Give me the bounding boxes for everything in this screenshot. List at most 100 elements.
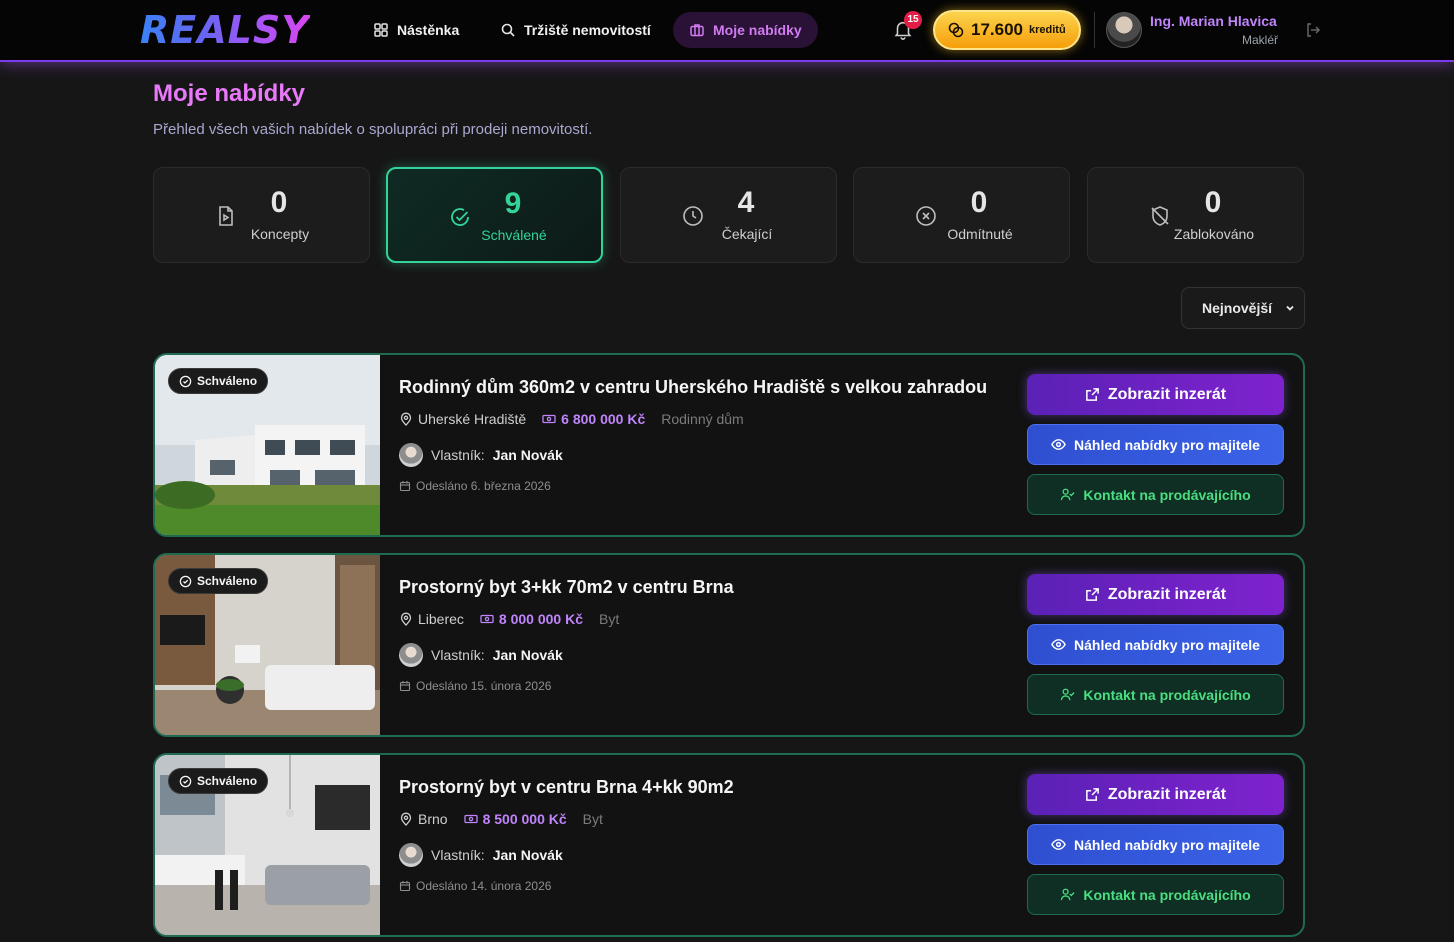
eye-icon	[1051, 439, 1066, 450]
offer-price-text: 6 800 000 Kč	[561, 411, 646, 427]
clock-icon	[683, 206, 703, 226]
banknote-icon	[463, 814, 478, 824]
offer-price: 6 800 000 Kč	[542, 411, 645, 427]
map-pin-icon	[400, 812, 412, 826]
user-role: Makléř	[1241, 33, 1278, 47]
user-check-icon	[1061, 488, 1075, 501]
stat-label: Koncepty	[250, 226, 310, 242]
status-badge-label: Schváleno	[197, 374, 258, 388]
stat-value: 0	[1204, 186, 1222, 219]
offer-owner: Vlastník: Jan Novák	[399, 843, 563, 867]
page-subtitle: Přehled všech vašich nabídek o spoluprác…	[153, 121, 593, 138]
stat-card-drafts[interactable]: 0 Koncepty	[153, 167, 370, 263]
owner-preview-button[interactable]: Náhled nabídky pro majitele	[1027, 624, 1284, 665]
top-navigation-bar: REALSY Nástěnka Tržiště nemovitostí Moje…	[0, 0, 1454, 62]
external-link-icon	[1086, 588, 1099, 601]
offer-card: Schváleno Prostorný byt 3+kk 70m2 v cent…	[153, 553, 1305, 737]
map-pin-icon	[400, 612, 412, 626]
button-label: Náhled nabídky pro majitele	[1074, 636, 1260, 653]
logout-icon[interactable]	[1305, 22, 1321, 38]
stat-value: 0	[270, 186, 288, 219]
credits-amount: 17.600	[971, 20, 1023, 39]
owner-preview-button[interactable]: Náhled nabídky pro majitele	[1027, 424, 1284, 465]
offer-sent-date: Odesláno 6. března 2026	[399, 479, 551, 493]
owner-avatar	[399, 643, 423, 667]
offer-meta: Liberec 8 000 000 Kč Byt	[399, 611, 619, 627]
offer-sent-date: Odesláno 15. února 2026	[399, 679, 551, 693]
page-title: Moje nabídky	[153, 80, 306, 107]
stat-label: Odmítnuté	[947, 226, 1013, 242]
button-label: Náhled nabídky pro majitele	[1074, 436, 1260, 453]
calendar-icon	[399, 681, 411, 692]
offer-owner: Vlastník: Jan Novák	[399, 643, 563, 667]
offer-title[interactable]: Prostorný byt v centru Brna 4+kk 90m2	[399, 777, 734, 798]
button-label: Kontakt na prodávajícího	[1083, 686, 1251, 703]
user-avatar[interactable]	[1106, 12, 1142, 48]
property-photo[interactable]: Schváleno	[155, 355, 380, 535]
grid-icon	[374, 23, 388, 37]
offer-price-text: 8 500 000 Kč	[482, 811, 567, 827]
stat-value: 4	[737, 186, 755, 219]
offer-sent-text: Odesláno 6. března 2026	[416, 479, 551, 493]
user-name[interactable]: Ing. Marian Hlavica	[1150, 13, 1277, 29]
offer-meta: Uherské Hradiště 6 800 000 Kč Rodinný dů…	[399, 411, 744, 427]
view-listing-button[interactable]: Zobrazit inzerát	[1027, 374, 1284, 415]
stat-card-rejected[interactable]: 0 Odmítnuté	[853, 167, 1070, 263]
stat-card-pending[interactable]: 4 Čekající	[620, 167, 837, 263]
offer-sent-date: Odesláno 14. února 2026	[399, 879, 551, 893]
shield-off-icon	[1151, 206, 1169, 226]
user-check-icon	[1061, 888, 1075, 901]
stat-value: 0	[970, 186, 988, 219]
property-photo[interactable]: Schváleno	[155, 555, 380, 735]
owner-avatar	[399, 443, 423, 467]
divider	[1094, 12, 1095, 48]
contact-seller-button[interactable]: Kontakt na prodávajícího	[1027, 474, 1284, 515]
nav-item-dashboard[interactable]: Nástěnka	[357, 12, 475, 48]
credits-button[interactable]: 17.600 kreditů	[933, 10, 1081, 50]
calendar-icon	[399, 481, 411, 492]
stat-card-blocked[interactable]: 0 Zablokováno	[1087, 167, 1304, 263]
banknote-icon	[542, 414, 556, 424]
banknote-icon	[480, 614, 494, 624]
nav-item-marketplace[interactable]: Tržiště nemovitostí	[484, 12, 667, 48]
contact-seller-button[interactable]: Kontakt na prodávajícího	[1027, 674, 1284, 715]
credits-unit: kreditů	[1029, 24, 1066, 36]
offer-meta: Brno 8 500 000 Kč Byt	[399, 811, 603, 827]
button-label: Kontakt na prodávajícího	[1083, 486, 1251, 503]
external-link-icon	[1086, 788, 1099, 801]
button-label: Zobrazit inzerát	[1107, 585, 1227, 603]
offer-property-type: Rodinný dům	[661, 411, 744, 427]
status-badge: Schváleno	[168, 568, 269, 594]
view-listing-button[interactable]: Zobrazit inzerát	[1027, 774, 1284, 815]
button-label: Kontakt na prodávajícího	[1083, 886, 1251, 903]
offer-card: Schváleno Rodinný dům 360m2 v centru Uhe…	[153, 353, 1305, 537]
owner-name: Jan Novák	[492, 647, 563, 663]
offer-title[interactable]: Rodinný dům 360m2 v centru Uherského Hra…	[399, 377, 987, 398]
offer-title[interactable]: Prostorný byt 3+kk 70m2 v centru Brna	[399, 577, 734, 598]
nav-item-my-offers[interactable]: Moje nabídky	[673, 12, 818, 48]
offer-price-text: 8 000 000 Kč	[498, 611, 583, 627]
owner-label: Vlastník:	[431, 847, 485, 863]
owner-name: Jan Novák	[492, 847, 563, 863]
owner-preview-button[interactable]: Náhled nabídky pro majitele	[1027, 824, 1284, 865]
button-label: Zobrazit inzerát	[1107, 385, 1227, 403]
stat-label: Schválené	[481, 227, 547, 243]
briefcase-icon	[690, 24, 704, 37]
eye-icon	[1051, 839, 1066, 850]
stat-card-approved[interactable]: 9 Schválené	[386, 167, 603, 263]
nav-item-label: Nástěnka	[397, 22, 460, 38]
file-play-icon	[219, 206, 233, 226]
sort-select[interactable]: Nejnovější	[1181, 287, 1305, 329]
owner-label: Vlastník:	[431, 447, 485, 463]
offer-location-text: Liberec	[418, 611, 464, 627]
owner-label: Vlastník:	[431, 647, 485, 663]
offer-location: Brno	[399, 811, 448, 827]
coins-icon	[948, 22, 964, 38]
offer-location-text: Uherské Hradiště	[418, 411, 527, 427]
check-circle-icon	[179, 375, 192, 387]
view-listing-button[interactable]: Zobrazit inzerát	[1027, 574, 1284, 615]
offer-location: Uherské Hradiště	[399, 411, 526, 427]
realsy-logo[interactable]: REALSY	[140, 8, 310, 52]
property-photo[interactable]: Schváleno	[155, 755, 380, 935]
contact-seller-button[interactable]: Kontakt na prodávajícího	[1027, 874, 1284, 915]
